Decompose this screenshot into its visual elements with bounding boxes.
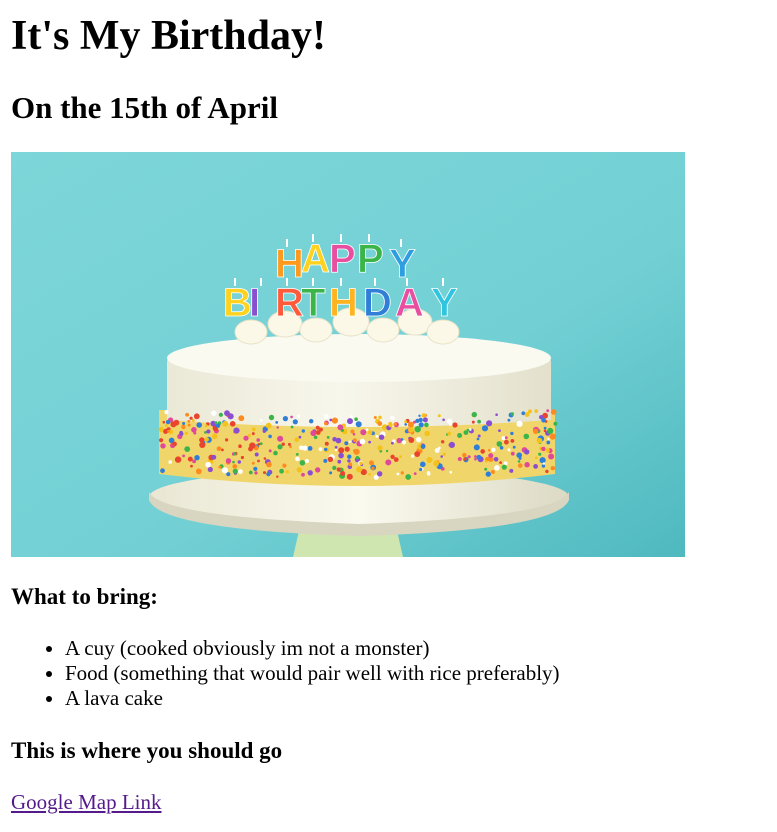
candle-letter: B: [223, 281, 252, 325]
birthday-date-heading: On the 15th of April: [11, 90, 278, 125]
candle-letter: Y: [389, 242, 416, 286]
candle-letter: H: [329, 281, 358, 325]
candle-letter: H: [275, 242, 304, 286]
candle-letter: A: [301, 237, 330, 281]
candle-letter: R: [275, 281, 304, 325]
bring-list: A cuy (cooked obviously im not a monster…: [11, 636, 560, 711]
candle-letter: Y: [431, 281, 458, 325]
candle-letter: P: [357, 237, 384, 281]
list-item: Food (something that would pair well wit…: [65, 661, 560, 686]
list-item: A lava cake: [65, 686, 560, 711]
list-item: A cuy (cooked obviously im not a monster…: [65, 636, 560, 661]
candle-letter: D: [363, 281, 392, 325]
google-map-link[interactable]: Google Map Link: [11, 790, 161, 815]
page: It's My Birthday! On the 15th of April H…: [0, 0, 777, 832]
candle-letter: T: [301, 281, 325, 325]
page-title: It's My Birthday!: [11, 13, 326, 59]
candle-letter: A: [395, 281, 424, 325]
candle-letter: I: [249, 281, 260, 325]
directions-heading: This is where you should go: [11, 738, 283, 763]
birthday-cake-image: HA P P YBI RT H D A Y: [11, 152, 685, 557]
what-to-bring-heading: What to bring:: [11, 584, 158, 609]
candle-letter: P: [329, 237, 356, 281]
